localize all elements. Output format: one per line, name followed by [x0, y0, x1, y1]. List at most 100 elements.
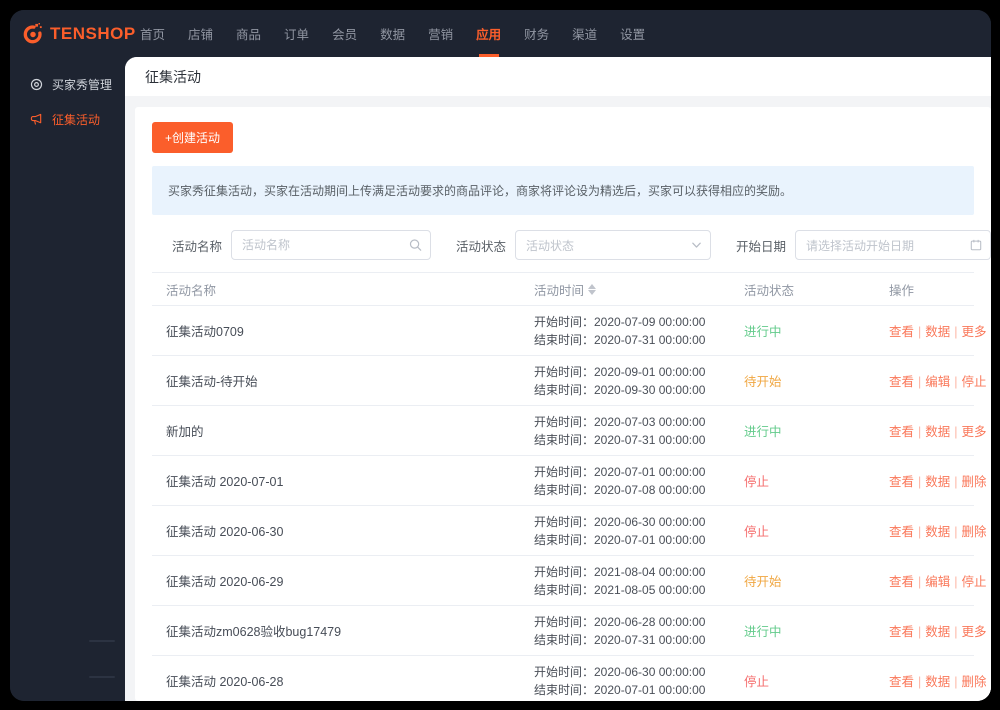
nav-item-2[interactable]: 店铺 — [188, 10, 213, 57]
end-time: 结束时间：2021-08-05 00:00:00 — [534, 582, 706, 597]
activity-status-select[interactable]: 活动状态 — [515, 230, 712, 260]
search-icon[interactable] — [409, 239, 422, 252]
action-link-删除[interactable]: 删除 — [962, 675, 987, 689]
action-link-停止[interactable]: 停止 — [962, 375, 987, 389]
action-link-数据[interactable]: 数据 — [925, 325, 950, 339]
actions-cell: 查看 | 数据 | 更多 — [875, 321, 987, 340]
filter-activity-name: 活动名称 — [172, 230, 456, 260]
action-link-停止[interactable]: 停止 — [962, 575, 987, 589]
action-link-查看[interactable]: 查看 — [889, 525, 914, 539]
action-link-删除[interactable]: 删除 — [962, 525, 987, 539]
sidebar-item-1[interactable]: 买家秀管理 — [10, 67, 125, 102]
brand-name: TENSHOP — [50, 23, 136, 43]
activity-name-cell: 征集活动zm0628验收bug17479 — [166, 625, 342, 639]
activity-name-input[interactable] — [232, 231, 431, 259]
action-link-查看[interactable]: 查看 — [889, 375, 914, 389]
action-separator: | — [918, 525, 922, 539]
top-navigation: TENSHOP 首页 店铺 商品 订单 会员 数据 营销 应用 财务 渠道 设置 — [10, 10, 991, 57]
table-row: 征集活动-待开始 开始时间：2020-09-01 00:00:00 结束时间：202… — [152, 356, 987, 406]
brand-logo[interactable]: TENSHOP — [22, 22, 140, 45]
nav-item-3[interactable]: 商品 — [236, 10, 261, 57]
status-badge: 停止 — [744, 525, 770, 539]
sidebar-dash — [89, 676, 115, 678]
nav-item-9[interactable]: 财务 — [524, 10, 549, 57]
action-link-查看[interactable]: 查看 — [889, 325, 914, 339]
start-date-placeholder: 请选择活动开始日期 — [806, 238, 915, 253]
action-link-查看[interactable]: 查看 — [889, 625, 914, 639]
action-link-更多[interactable]: 更多 — [962, 425, 987, 439]
action-separator: | — [918, 425, 922, 439]
sidebar-item-2[interactable]: 征集活动 — [10, 102, 125, 137]
start-date-picker[interactable]: 请选择活动开始日期 — [795, 230, 991, 260]
activity-name-cell: 征集活动 2020-06-30 — [166, 525, 284, 539]
filter-start-date: 开始日期 请选择活动开始日期 — [736, 230, 991, 260]
action-link-数据[interactable]: 数据 — [925, 675, 950, 689]
table-row: 征集活动 2020-06-28 开始时间：2020-06-30 00:00:00 结… — [152, 656, 987, 701]
activity-name-cell: 征集活动-待开始 — [166, 375, 258, 389]
activity-name-cell: 征集活动 2020-06-28 — [166, 675, 284, 689]
nav-item-10[interactable]: 渠道 — [572, 10, 597, 57]
action-link-查看[interactable]: 查看 — [889, 575, 914, 589]
activity-name-cell: 征集活动 2020-06-29 — [166, 575, 284, 589]
action-separator: | — [918, 675, 922, 689]
start-time: 开始时间：2021-08-04 00:00:00 — [534, 564, 706, 579]
action-link-查看[interactable]: 查看 — [889, 425, 914, 439]
action-link-编辑[interactable]: 编辑 — [925, 575, 950, 589]
action-link-数据[interactable]: 数据 — [925, 525, 950, 539]
action-separator: | — [918, 625, 922, 639]
activity-time-cell: 开始时间：2021-08-04 00:00:00 结束时间：2021-08-05 … — [520, 563, 730, 599]
status-badge: 停止 — [744, 475, 770, 489]
table-header-label: 活动状态 — [744, 283, 795, 298]
action-link-删除[interactable]: 删除 — [962, 475, 987, 489]
start-time: 开始时间：2020-06-30 00:00:00 — [534, 664, 706, 679]
action-link-查看[interactable]: 查看 — [889, 675, 914, 689]
nav-item-1[interactable]: 首页 — [140, 10, 165, 57]
actions-cell: 查看 | 数据 | 更多 — [875, 621, 987, 640]
nav-item-11[interactable]: 设置 — [620, 10, 645, 57]
action-link-更多[interactable]: 更多 — [962, 625, 987, 639]
activity-name-cell: 征集活动0709 — [166, 325, 244, 339]
activity-table: 活动名称 活动时间 活动状态 操作 征集活动0709 开始时间：2020-07-09 00… — [152, 272, 987, 701]
sidebar: 买家秀管理 征集活动 — [10, 57, 125, 701]
end-time: 结束时间：2020-07-08 00:00:00 — [534, 482, 706, 497]
action-link-数据[interactable]: 数据 — [925, 475, 950, 489]
megaphone-icon — [30, 113, 43, 126]
sort-icon[interactable] — [588, 283, 597, 295]
activity-time-cell: 开始时间：2020-07-09 00:00:00 结束时间：2020-07-31 … — [520, 313, 730, 349]
main-panel: 征集活动 +创建活动 买家秀征集活动，买家在活动期间上传满足活动要求的商品评论，… — [125, 57, 991, 701]
action-link-编辑[interactable]: 编辑 — [925, 375, 950, 389]
table-header-cell: 活动名称 — [152, 280, 520, 299]
action-link-数据[interactable]: 数据 — [925, 625, 950, 639]
action-separator: | — [918, 325, 922, 339]
brand-logo-icon — [23, 22, 42, 43]
page-title: 征集活动 — [145, 68, 201, 85]
action-link-更多[interactable]: 更多 — [962, 325, 987, 339]
topnav-items: 首页 店铺 商品 订单 会员 数据 营销 应用 财务 渠道 设置 — [140, 10, 668, 57]
end-time: 结束时间：2020-07-01 00:00:00 — [534, 532, 706, 547]
activity-time-cell: 开始时间：2020-07-03 00:00:00 结束时间：2020-07-31 … — [520, 413, 730, 449]
action-link-查看[interactable]: 查看 — [889, 475, 914, 489]
nav-item-4[interactable]: 订单 — [284, 10, 309, 57]
nav-item-8[interactable]: 应用 — [476, 10, 501, 57]
end-time: 结束时间：2020-09-30 00:00:00 — [534, 382, 706, 397]
action-link-数据[interactable]: 数据 — [925, 425, 950, 439]
activity-time-cell: 开始时间：2020-06-28 00:00:00 结束时间：2020-07-31 … — [520, 613, 730, 649]
nav-item-6[interactable]: 数据 — [380, 10, 405, 57]
activity-time-cell: 开始时间：2020-06-30 00:00:00 结束时间：2020-07-01 … — [520, 663, 730, 699]
action-separator: | — [954, 475, 958, 489]
activity-time-cell: 开始时间：2020-09-01 00:00:00 结束时间：2020-09-30 … — [520, 363, 730, 399]
table-row: 征集活动zm0628验收bug17479 开始时间：2020-06-28 00:0… — [152, 606, 987, 656]
nav-item-5[interactable]: 会员 — [332, 10, 357, 57]
end-time: 结束时间：2020-07-31 00:00:00 — [534, 332, 706, 347]
table-header-label: 操作 — [889, 283, 915, 298]
nav-item-7[interactable]: 营销 — [428, 10, 453, 57]
activity-name-label: 活动名称 — [172, 239, 223, 254]
activity-name-cell: 新加的 — [166, 425, 204, 439]
action-separator: | — [954, 575, 958, 589]
filter-activity-status: 活动状态 活动状态 — [456, 230, 736, 260]
table-row: 征集活动 2020-07-01 开始时间：2020-07-01 00:00:00 结… — [152, 456, 987, 506]
activity-name-field — [231, 230, 432, 260]
activity-time-cell: 开始时间：2020-06-30 00:00:00 结束时间：2020-07-01 … — [520, 513, 730, 549]
status-badge: 进行中 — [744, 425, 782, 439]
create-activity-button[interactable]: +创建活动 — [152, 122, 234, 153]
